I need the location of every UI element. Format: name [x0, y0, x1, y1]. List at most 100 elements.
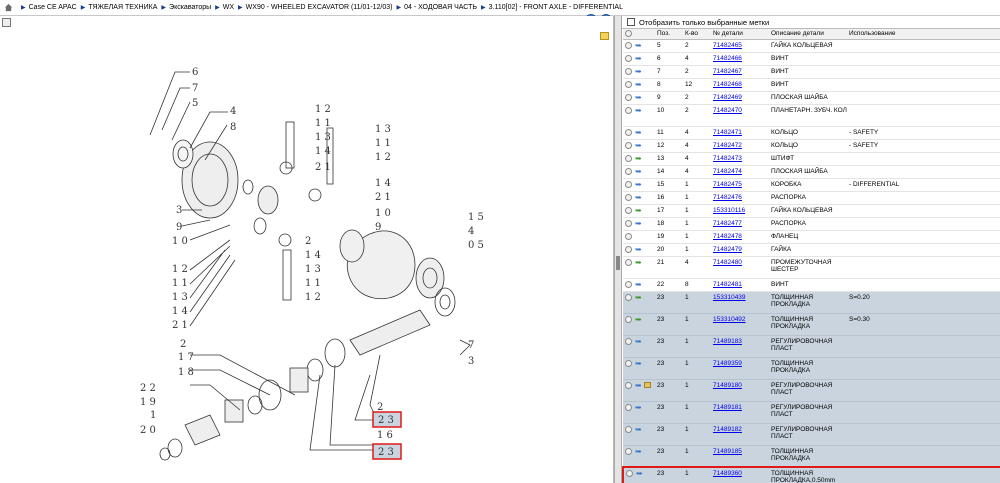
table-row[interactable]: ➥ 14 4 71482474 ПЛОСКАЯ ШАЙБА [623, 165, 1000, 179]
replacement-arrow-icon[interactable]: ➥ [635, 245, 642, 253]
row-part[interactable]: 71482468 [711, 78, 769, 92]
add-to-cart-icon[interactable] [625, 219, 632, 227]
table-row[interactable]: ➥ 7 2 71482467 ВИНТ [623, 65, 1000, 79]
row-part[interactable]: 71482481 [711, 278, 769, 292]
table-row[interactable]: ➥ 6 4 71482466 ВИНТ [623, 52, 1000, 66]
add-to-cart-icon[interactable] [625, 141, 632, 149]
col-desc[interactable]: Описание детали [769, 29, 847, 40]
replacement-arrow-icon[interactable]: ➥ [635, 258, 642, 266]
part-number-link[interactable]: 153310492 [713, 316, 746, 323]
row-part[interactable]: 71482466 [711, 52, 769, 66]
part-number-link[interactable]: 71482477 [713, 220, 742, 227]
row-part[interactable]: 71489360 [711, 466, 769, 483]
add-to-cart-icon[interactable] [625, 193, 632, 201]
replacement-arrow-icon[interactable]: ➥ [635, 206, 642, 214]
add-to-cart-icon[interactable] [625, 403, 632, 411]
table-row[interactable]: ➥ 13 4 71482473 ШТИФТ [623, 152, 1000, 166]
breadcrumb-item[interactable]: Case CE APAC [29, 4, 77, 11]
add-to-cart-icon[interactable] [625, 41, 632, 49]
row-part[interactable]: 71482476 [711, 191, 769, 205]
part-number-link[interactable]: 71482478 [713, 233, 742, 240]
table-row[interactable]: ➥ 20 1 71482479 ГАЙКА [623, 243, 1000, 257]
part-number-link[interactable]: 71482469 [713, 94, 742, 101]
part-number-link[interactable]: 71482480 [713, 259, 742, 266]
col-qty[interactable]: К-во [683, 29, 711, 40]
row-part[interactable]: 71482478 [711, 230, 769, 244]
row-part[interactable]: 71482473 [711, 152, 769, 166]
table-row[interactable]: ➥ 15 1 71482475 КОРОБКА - DIFFERENTIAL [623, 178, 1000, 192]
pane-splitter[interactable] [614, 16, 622, 483]
add-to-cart-icon[interactable] [625, 245, 632, 253]
col-pos[interactable]: Поз. [655, 29, 683, 40]
replacement-arrow-icon[interactable]: ➥ [635, 280, 642, 288]
part-number-link[interactable]: 153310116 [713, 207, 745, 214]
replacement-arrow-icon[interactable]: ➥ [635, 425, 642, 433]
replacement-arrow-icon[interactable]: ➥ [635, 41, 642, 49]
add-to-cart-icon[interactable] [625, 359, 632, 367]
replacement-arrow-icon[interactable]: ➥ [635, 219, 642, 227]
part-number-link[interactable]: 71482467 [713, 68, 742, 75]
row-part[interactable]: 153310439 [711, 291, 769, 314]
table-row[interactable]: ➥ 23 1 153310439 ТОЛЩИННАЯ ПРОКЛАДКА S=0.20 [623, 291, 1000, 314]
part-number-link[interactable]: 71482481 [713, 281, 742, 288]
table-row[interactable]: ➥ 23 1 153310492 ТОЛЩИННАЯ ПРОКЛАДКА S=0.30 [623, 313, 1000, 336]
part-number-link[interactable]: 71482468 [713, 81, 742, 88]
row-part[interactable]: 71482465 [711, 39, 769, 53]
breadcrumb-item[interactable]: WX [223, 4, 234, 11]
table-row[interactable]: ➥ 8 12 71482468 ВИНТ [623, 78, 1000, 92]
replacement-arrow-icon[interactable]: ➥ [635, 337, 642, 345]
row-part[interactable]: 71489181 [711, 401, 769, 424]
add-to-cart-icon[interactable] [625, 315, 632, 323]
replacement-arrow-icon[interactable]: ➥ [635, 128, 642, 136]
replacement-arrow-icon[interactable]: ➥ [635, 141, 642, 149]
row-part[interactable]: 71482477 [711, 217, 769, 231]
add-to-cart-icon[interactable] [625, 425, 632, 433]
select-all-icon[interactable] [625, 30, 632, 38]
table-row[interactable]: ➥ 12 4 71482472 КОЛЬЦО - SAFETY [623, 139, 1000, 153]
part-number-link[interactable]: 71489181 [713, 404, 742, 411]
add-to-cart-icon[interactable] [625, 381, 632, 389]
part-number-link[interactable]: 71482479 [713, 246, 742, 253]
replacement-arrow-icon[interactable]: ➥ [635, 106, 642, 114]
add-to-cart-icon[interactable] [625, 293, 632, 301]
folder-icon[interactable] [600, 32, 609, 40]
breadcrumb-item[interactable]: WX90 - WHEELED EXCAVATOR (11/01-12/03) [246, 4, 393, 11]
row-part[interactable]: 71489180 [711, 379, 769, 402]
replacement-arrow-icon[interactable]: ➥ [635, 403, 642, 411]
table-row[interactable]: ➥ 23 1 71489359 ТОЛЩИННАЯ ПРОКЛАДКА [623, 357, 1000, 380]
col-usage[interactable]: Использование [847, 29, 1000, 40]
row-part[interactable]: 71489185 [711, 445, 769, 468]
part-number-link[interactable]: 71482473 [713, 155, 742, 162]
add-to-cart-icon[interactable] [625, 93, 632, 101]
table-row[interactable]: ➥ 23171489360 ТОЛЩИННАЯ ПРОКЛАДКА,0.50mm T… [622, 466, 1000, 483]
row-part[interactable]: 71482471 [711, 126, 769, 140]
add-to-cart-icon[interactable] [625, 154, 632, 162]
part-number-link[interactable]: 71482472 [713, 142, 742, 149]
replacement-arrow-icon[interactable]: ➥ [635, 447, 642, 455]
replacement-arrow-icon[interactable]: ➥ [635, 381, 642, 389]
replacement-arrow-icon[interactable]: ➥ [635, 359, 642, 367]
selected-only-checkbox[interactable] [627, 18, 635, 26]
row-part[interactable]: 71482480 [711, 256, 769, 279]
replacement-arrow-icon[interactable]: ➥ [635, 180, 642, 188]
home-icon[interactable] [4, 3, 13, 12]
row-part[interactable]: 71482475 [711, 178, 769, 192]
add-to-cart-icon[interactable] [625, 67, 632, 75]
row-part[interactable]: 71489182 [711, 423, 769, 446]
row-part[interactable]: 71489359 [711, 357, 769, 380]
breadcrumb-item[interactable]: 04 - ХОДОВАЯ ЧАСТЬ [404, 4, 477, 11]
add-to-cart-icon[interactable] [625, 80, 632, 88]
add-to-cart-icon[interactable] [625, 232, 632, 240]
replacement-arrow-icon[interactable]: ➥ [635, 154, 642, 162]
col-part[interactable]: № детали [711, 29, 769, 40]
part-number-link[interactable]: 71489359 [713, 360, 742, 367]
part-number-link[interactable]: 71489360 [713, 470, 742, 477]
add-to-cart-icon[interactable] [625, 128, 632, 136]
table-row[interactable]: ➥ 22 8 71482481 ВИНТ [623, 278, 1000, 292]
table-row[interactable]: ➥ 23 1 71489180 РЕГУЛИРОВОЧНАЯ ПЛАСТ [623, 379, 1000, 402]
pin-icon[interactable] [2, 18, 11, 27]
part-number-link[interactable]: 71489185 [713, 448, 742, 455]
table-row[interactable]: ➥ 21 4 71482480 ПРОМЕЖУТОЧНАЯ ШЕСТЕР [623, 256, 1000, 279]
table-row[interactable]: ➥ 23 1 71489181 РЕГУЛИРОВОЧНАЯ ПЛАСТ [623, 401, 1000, 424]
row-part[interactable]: 71482472 [711, 139, 769, 153]
